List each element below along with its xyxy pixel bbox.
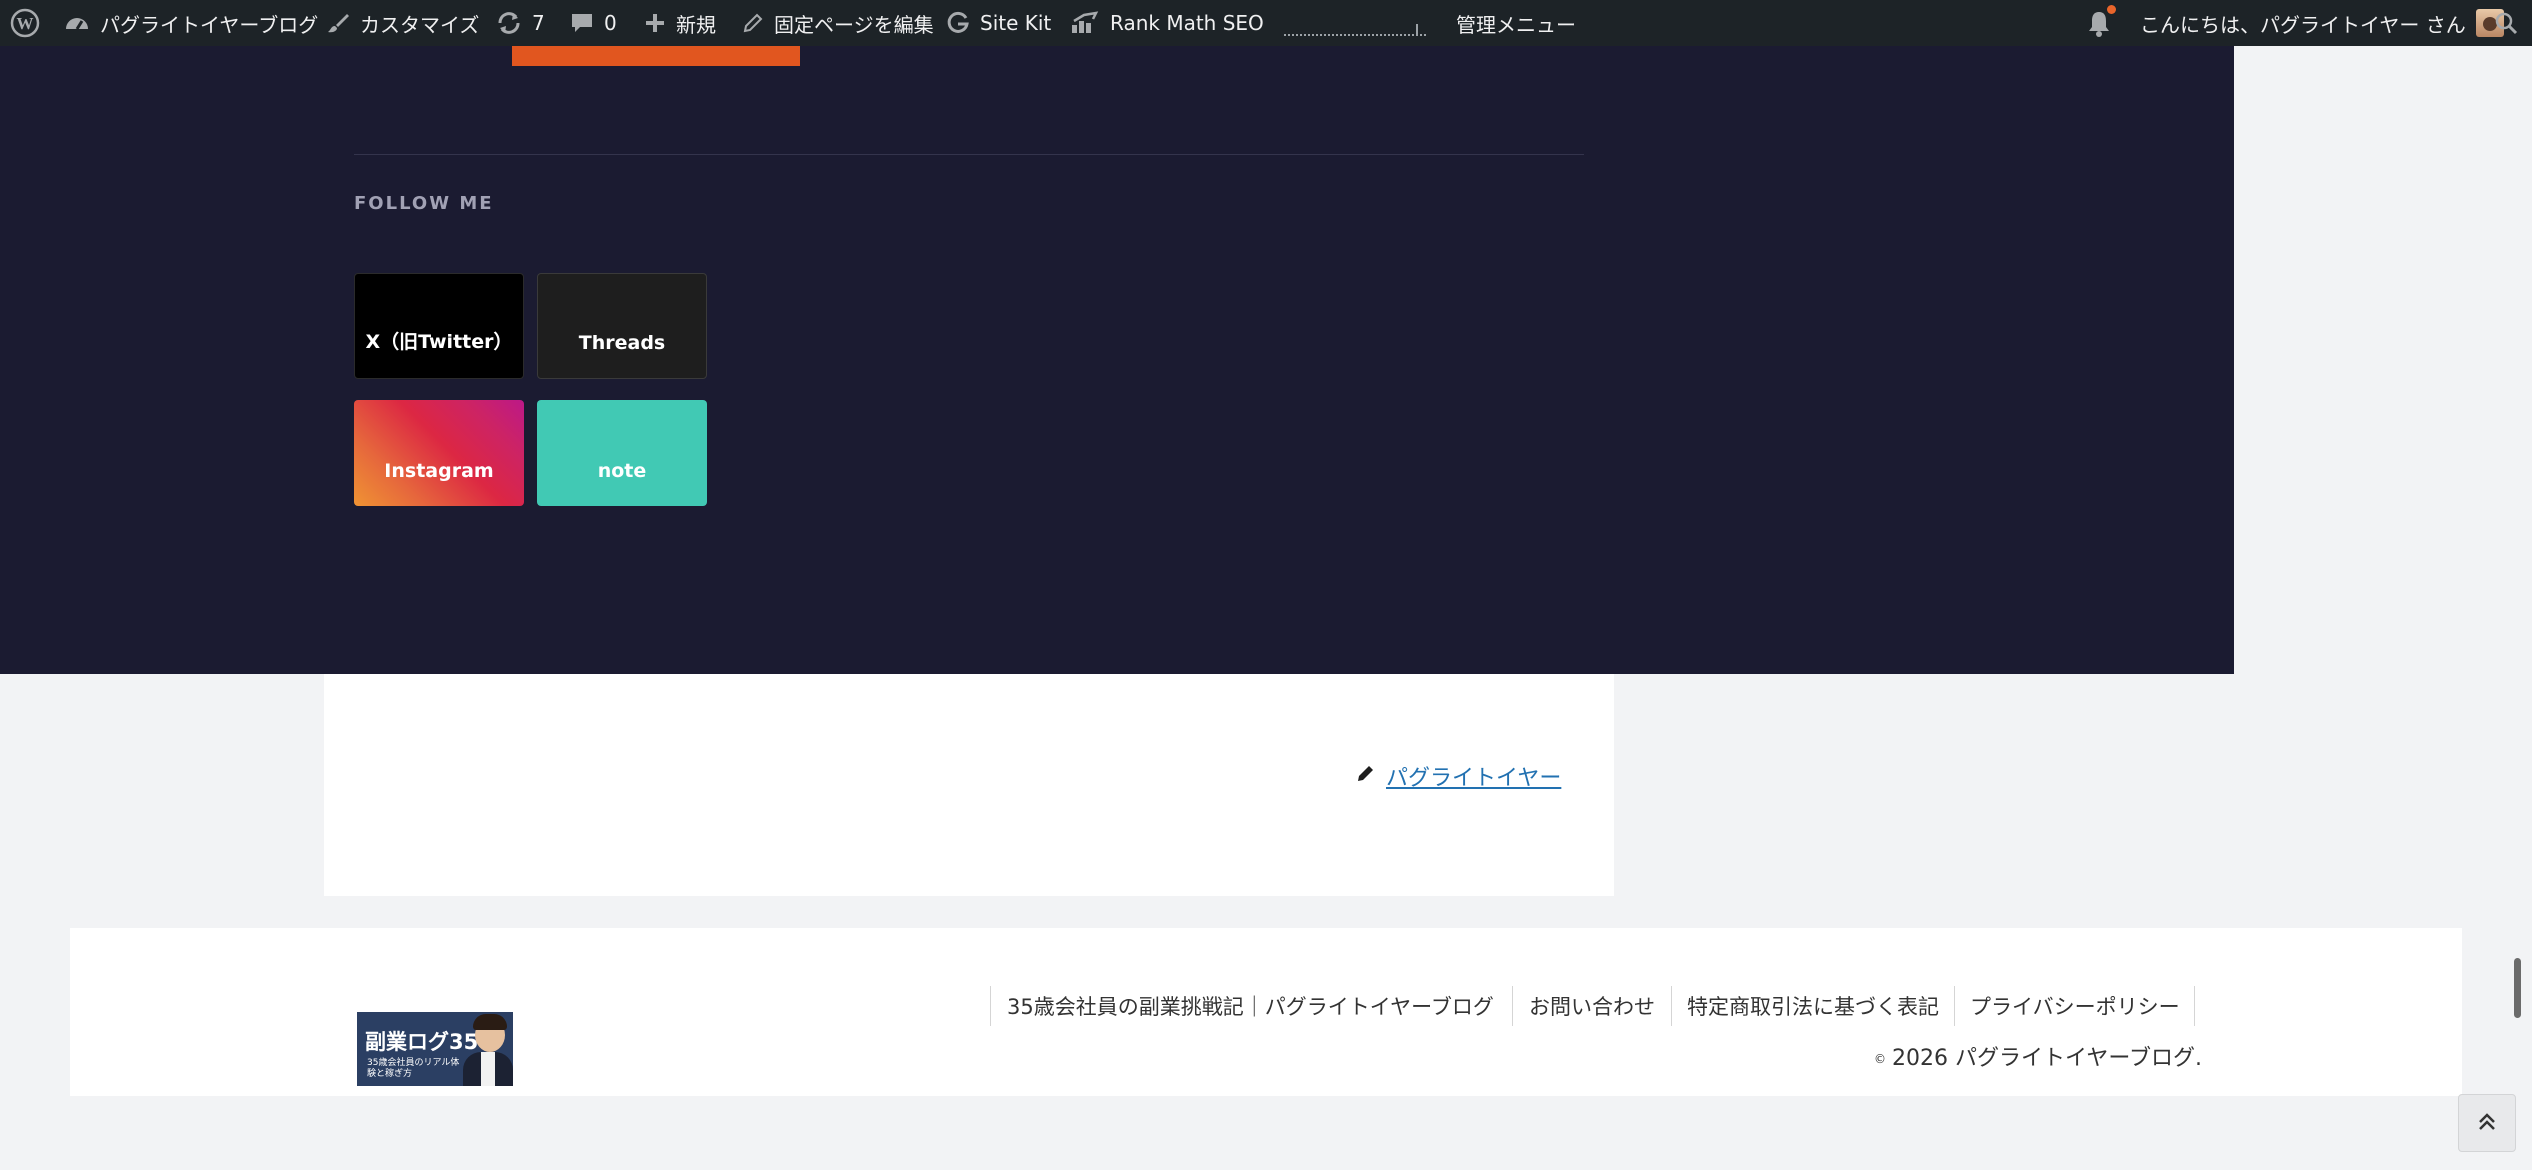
- footer-nav-legal[interactable]: 特定商取引法に基づく表記: [1687, 986, 1939, 1026]
- footer-nav-privacy[interactable]: プライバシーポリシー: [1970, 986, 2180, 1026]
- author-link[interactable]: パグライトイヤー: [1386, 760, 1561, 792]
- back-to-top-button[interactable]: [2458, 1094, 2516, 1152]
- sns-threads-button[interactable]: Threads: [537, 273, 707, 379]
- cta-button-edge[interactable]: [512, 46, 800, 66]
- dashboard-icon: [64, 11, 90, 35]
- sns-note-button[interactable]: note: [537, 400, 707, 506]
- scrollbar-thumb[interactable]: [2514, 958, 2521, 1018]
- footer-nav-separator: [1512, 986, 1513, 1026]
- greeting-label: こんにちは、パグライトイヤー さん: [2140, 12, 2466, 37]
- wordpress-menu[interactable]: W: [10, 0, 50, 46]
- sns-x-label: X（旧Twitter）: [365, 331, 513, 353]
- adminbar-dotted-tick: [1416, 24, 1418, 36]
- footer-nav-separator: [2194, 986, 2195, 1026]
- sns-note-label: note: [597, 460, 647, 482]
- rank-math-icon: [1070, 11, 1100, 35]
- updates-count: 7: [532, 11, 545, 35]
- logo-illustration-shirt: [481, 1052, 495, 1086]
- comment-icon: [570, 11, 594, 35]
- comments-count: 0: [604, 11, 617, 35]
- rank-math-menu[interactable]: Rank Math SEO: [1070, 0, 1264, 46]
- bell-icon: [2086, 5, 2116, 37]
- site-name-label: パグライトイヤーブログ: [100, 12, 319, 37]
- search-icon: [2494, 11, 2518, 35]
- edit-page-menu[interactable]: 固定ページを編集: [742, 0, 934, 46]
- pencil-icon: [1356, 763, 1376, 789]
- rank-math-label: Rank Math SEO: [1110, 11, 1264, 35]
- copyright-symbol: ©: [1874, 1052, 1886, 1066]
- comments-menu[interactable]: 0: [570, 0, 617, 46]
- notifications-menu[interactable]: [2086, 0, 2122, 46]
- site-logo[interactable]: 副業ログ35 35歳会社員のリアル体験と稼ぎ方: [357, 1012, 513, 1086]
- customize-label: カスタマイズ: [360, 12, 480, 37]
- pencil-icon: [742, 12, 764, 34]
- sns-threads-label: Threads: [578, 332, 666, 354]
- plus-icon: [644, 12, 666, 34]
- svg-text:W: W: [17, 14, 34, 33]
- adminbar-dotted-underline: [1284, 34, 1426, 36]
- updates-menu[interactable]: 7: [496, 0, 545, 46]
- edit-page-label: 固定ページを編集: [774, 12, 934, 37]
- admin-bar: W パグライトイヤーブログ カスタマイズ 7 0 新規 固定ページを編集 Sit…: [0, 0, 2532, 46]
- my-account-menu[interactable]: こんにちは、パグライトイヤー さん: [2140, 0, 2504, 46]
- site-kit-menu[interactable]: Site Kit: [946, 0, 1051, 46]
- copyright: © 2026 パグライトイヤーブログ.: [1874, 1040, 2202, 1072]
- sns-x-button[interactable]: X（旧Twitter）: [354, 273, 524, 379]
- footer-nav-separator: [990, 986, 991, 1026]
- new-content-menu[interactable]: 新規: [644, 0, 716, 46]
- sns-instagram-button[interactable]: Instagram: [354, 400, 524, 506]
- footer-nav-contact[interactable]: お問い合わせ: [1529, 986, 1655, 1026]
- site-name-menu[interactable]: パグライトイヤーブログ: [64, 0, 318, 46]
- section-divider: [354, 154, 1584, 155]
- copyright-text: 2026 パグライトイヤーブログ.: [1892, 1046, 2202, 1071]
- wordpress-icon: W: [10, 8, 40, 38]
- notification-dot: [2107, 5, 2116, 14]
- footer-nav-separator: [1671, 986, 1672, 1026]
- logo-illustration-hair: [473, 1014, 507, 1030]
- follow-title: FOLLOW ME: [354, 193, 494, 214]
- refresh-icon: [496, 10, 522, 36]
- logo-subtitle: 35歳会社員のリアル体験と稼ぎ方: [367, 1058, 460, 1079]
- footer-nav-home[interactable]: 35歳会社員の副業挑戦記｜パグライトイヤーブログ: [1007, 986, 1494, 1026]
- site-kit-label: Site Kit: [980, 11, 1052, 35]
- logo-title: 副業ログ35: [365, 1030, 479, 1054]
- footer-nav-separator: [1954, 986, 1955, 1026]
- author-byline: パグライトイヤー: [1356, 760, 1561, 792]
- double-chevron-up-icon: [2475, 1109, 2499, 1137]
- customize-menu[interactable]: カスタマイズ: [326, 0, 479, 46]
- new-label: 新規: [676, 12, 716, 37]
- sns-instagram-label: Instagram: [384, 460, 494, 482]
- follow-section: [0, 46, 2234, 674]
- admin-menu-label: 管理メニュー: [1456, 12, 1576, 37]
- admin-menu[interactable]: 管理メニュー: [1456, 0, 1576, 46]
- google-g-icon: [946, 11, 970, 35]
- brush-icon: [326, 11, 350, 35]
- adminbar-search[interactable]: [2494, 0, 2528, 46]
